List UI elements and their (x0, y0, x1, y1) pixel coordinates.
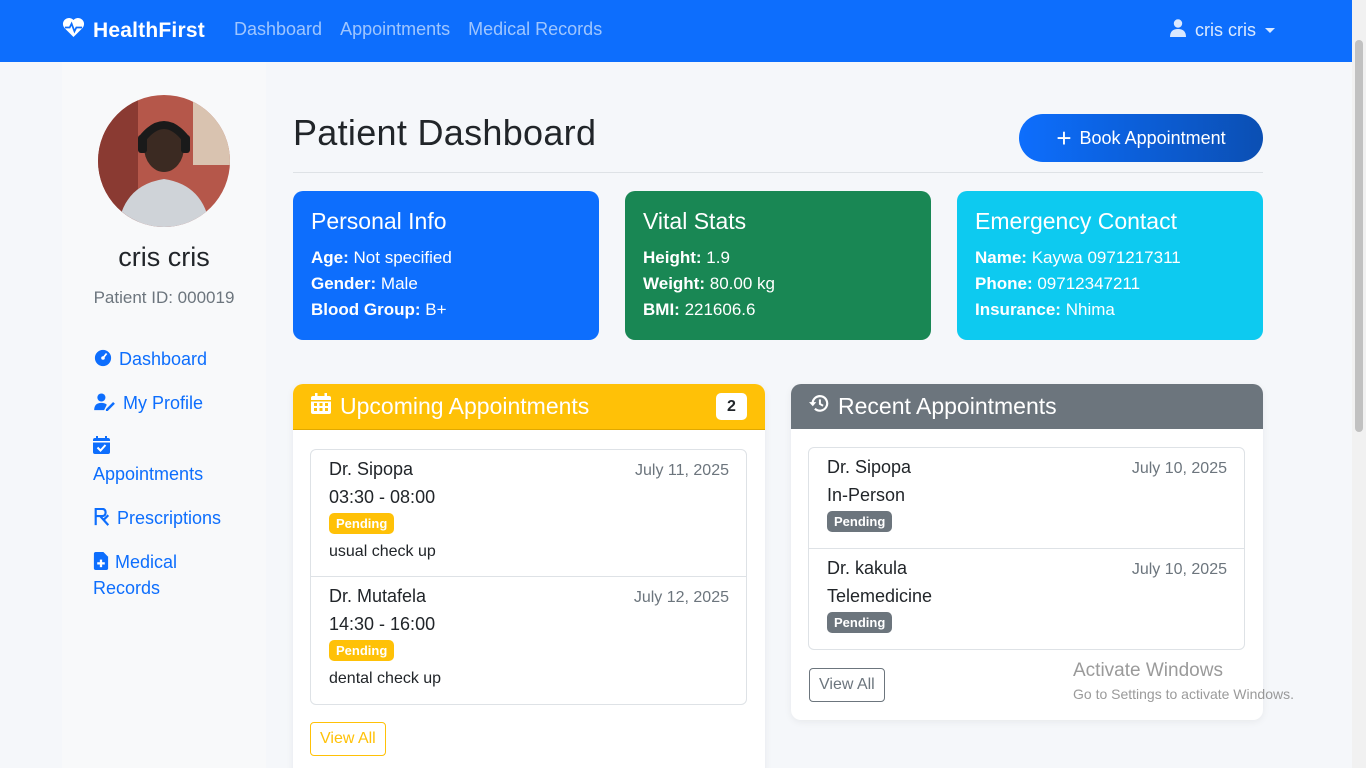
appointment-time: 14:30 - 16:00 (329, 614, 436, 634)
user-menu-dropdown[interactable]: cris cris (1170, 19, 1275, 42)
header-divider (293, 172, 1263, 173)
insurance-row: Insurance: Nhima (975, 300, 1115, 319)
sidebar: cris cris Patient ID: 000019 Dashboard M… (62, 62, 266, 768)
appointment-time: 03:30 - 08:00 (329, 487, 436, 507)
brand-logo[interactable]: HealthFirst (62, 17, 205, 44)
profile-name: cris cris (118, 242, 210, 272)
recent-list: Dr. Sipopa July 10, 2025 In-Person Pendi… (808, 447, 1245, 650)
card-title: Personal Info (311, 208, 447, 234)
calendar-check-icon (93, 435, 110, 454)
appointment-note: dental check up (329, 670, 442, 687)
age-row: Age: Not specified (311, 248, 452, 267)
blood-group-row: Blood Group: B+ (311, 300, 447, 319)
appointment-date: July 11, 2025 (635, 462, 729, 479)
upcoming-list: Dr. Sipopa July 11, 2025 03:30 - 08:00 P… (310, 449, 747, 705)
emergency-contact-card: Emergency Contact Name: Kaywa 0971217311… (957, 191, 1263, 340)
page-title: Patient Dashboard (293, 112, 597, 153)
page-scrollbar[interactable] (1352, 0, 1366, 768)
appointment-note: usual check up (329, 543, 436, 560)
view-all-recent-button[interactable]: View All (809, 668, 885, 702)
bmi-row: BMI: 221606.6 (643, 300, 756, 319)
scrollbar-thumb[interactable] (1355, 40, 1363, 432)
dashboard-gauge-icon (93, 348, 113, 367)
status-badge: Pending (329, 513, 395, 534)
appointment-type: Telemedicine (827, 586, 933, 606)
list-item[interactable]: Dr. kakula July 10, 2025 Telemedicine Pe… (809, 549, 1244, 649)
view-all-upcoming-button[interactable]: View All (310, 722, 386, 756)
prescription-icon (93, 507, 111, 526)
appointment-date: July 10, 2025 (1131, 561, 1227, 578)
sidebar-item-prescriptions[interactable]: Prescriptions (93, 505, 221, 531)
medical-file-icon (93, 551, 109, 570)
nav-link-medical-records[interactable]: Medical Records (468, 19, 602, 40)
calendar-icon (311, 393, 340, 420)
appointment-type: In-Person (827, 485, 906, 505)
sidebar-item-label: Prescriptions (117, 508, 222, 528)
panel-title: Recent Appointments (838, 393, 1057, 419)
nav-link-dashboard[interactable]: Dashboard (234, 19, 322, 40)
sidebar-item-label: My Profile (123, 393, 204, 413)
appointment-date: July 10, 2025 (1131, 460, 1227, 477)
appointment-date: July 12, 2025 (633, 589, 729, 606)
height-row: Height: 1.9 (643, 248, 730, 267)
panel-title: Upcoming Appointments (340, 393, 590, 419)
weight-row: Weight: 80.00 kg (643, 274, 775, 293)
avatar (98, 95, 230, 227)
panel-header: Recent Appointments (791, 384, 1263, 429)
brand-name: HealthFirst (93, 18, 205, 42)
status-badge: Pending (827, 612, 893, 633)
sidebar-item-appointments[interactable]: Appointments (93, 435, 203, 487)
personal-info-card: Personal Info Age: Not specified Gender:… (293, 191, 599, 340)
list-item[interactable]: Dr. Sipopa July 11, 2025 03:30 - 08:00 P… (311, 450, 746, 577)
plus-icon: + (1056, 123, 1072, 153)
upcoming-appointments-panel: Upcoming Appointments 2 Dr. Sipopa July … (293, 384, 765, 768)
history-icon (809, 393, 838, 420)
vital-stats-card: Vital Stats Height: 1.9 Weight: 80.00 kg… (625, 191, 931, 340)
activate-windows-watermark: Activate Windows Go to Settings to activ… (1073, 660, 1294, 702)
count-badge: 2 (716, 393, 747, 420)
nav-link-appointments[interactable]: Appointments (340, 19, 450, 40)
list-item[interactable]: Dr. Mutafela July 12, 2025 14:30 - 16:00… (311, 577, 746, 704)
top-navbar: HealthFirst Dashboard Appointments Medic… (0, 0, 1352, 62)
list-item[interactable]: Dr. Sipopa July 10, 2025 In-Person Pendi… (809, 448, 1244, 549)
watermark-subtitle: Go to Settings to activate Windows. (1073, 686, 1294, 702)
panel-header: Upcoming Appointments 2 (293, 384, 765, 430)
card-title: Emergency Contact (975, 208, 1177, 234)
watermark-title: Activate Windows (1073, 660, 1223, 681)
chevron-down-icon (1265, 28, 1275, 33)
contact-name-row: Name: Kaywa 0971217311 (975, 248, 1181, 267)
user-icon (1170, 19, 1195, 42)
sidebar-item-dashboard[interactable]: Dashboard (93, 346, 207, 372)
book-appointment-button[interactable]: + Book Appointment (1019, 114, 1263, 162)
sidebar-item-label: Appointments (93, 464, 204, 484)
card-title: Vital Stats (643, 208, 747, 234)
user-edit-icon (93, 392, 117, 411)
user-name: cris cris (1195, 20, 1256, 40)
status-badge: Pending (827, 511, 893, 532)
patient-id: Patient ID: 000019 (93, 288, 235, 307)
book-appointment-label: Book Appointment (1079, 127, 1226, 148)
sidebar-item-my-profile[interactable]: My Profile (93, 390, 203, 416)
heart-pulse-icon (62, 17, 93, 44)
sidebar-item-medical-records[interactable]: Medical Records (93, 549, 233, 601)
status-badge: Pending (329, 640, 395, 661)
phone-row: Phone: 09712347211 (975, 274, 1141, 293)
sidebar-item-label: Dashboard (119, 349, 208, 369)
gender-row: Gender: Male (311, 274, 418, 293)
nav-links: Dashboard Appointments Medical Records (234, 19, 602, 40)
